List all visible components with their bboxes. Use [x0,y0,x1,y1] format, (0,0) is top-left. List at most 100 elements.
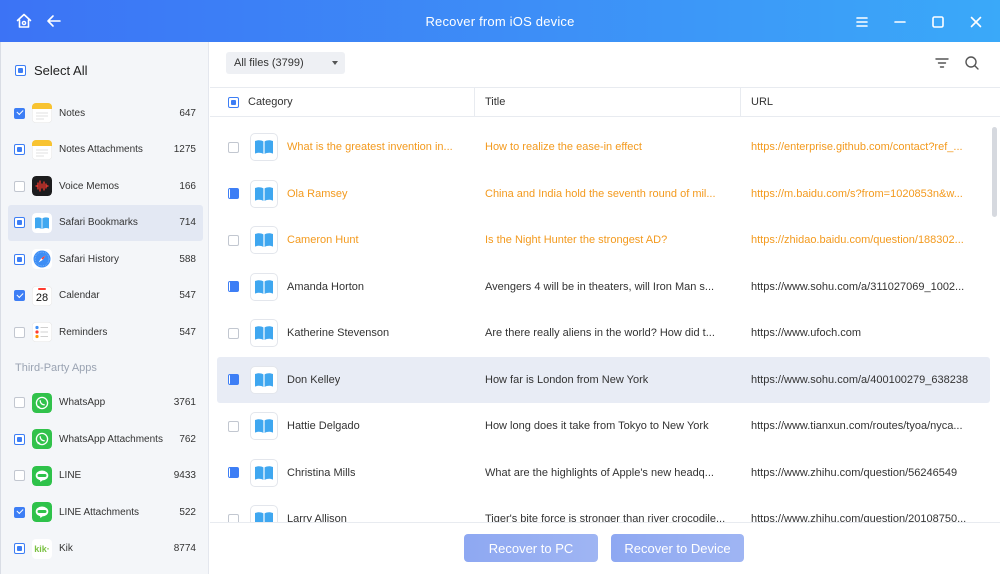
recover-to-device-button[interactable]: Recover to Device [611,534,744,562]
sidebar-item-checkbox[interactable] [14,217,25,229]
kik-icon: kik· [32,538,52,559]
bookmark-icon [250,179,278,208]
column-divider[interactable] [474,88,475,116]
table-row[interactable]: Larry Allison Tiger's bite force is stron… [217,496,990,522]
sidebar-item-count: 762 [179,433,196,445]
sidebar-item-notes-attachments[interactable]: Notes Attachments 1275 [8,132,203,169]
sidebar-item-checkbox[interactable] [14,180,25,192]
column-header-url[interactable]: URL [751,88,773,116]
sidebar-item-count: 714 [179,217,196,229]
row-url: https://www.sohu.com/a/400100279_638238 [751,373,969,386]
row-title: How long does it take from Tokyo to New … [485,420,709,432]
row-url: https://www.ufoch.com [751,327,862,339]
file-filter-value: All files (3799) [234,57,304,69]
table-row[interactable]: Ola Ramsey China and India hold the seven… [217,171,990,217]
search-icon[interactable] [964,55,980,74]
column-divider[interactable] [740,88,741,116]
sidebar-item-checkbox[interactable] [14,506,25,518]
sidebar-item-whatsapp[interactable]: WhatsApp 3761 [8,385,203,422]
select-all-label: Select All [34,63,88,78]
sidebar-item-checkbox[interactable] [14,326,25,338]
whatsapp-icon [32,392,52,413]
sidebar-item-notes[interactable]: Notes 647 [8,95,203,132]
sidebar-item-checkbox[interactable] [14,470,25,482]
maximize-icon[interactable] [928,12,948,32]
select-all-checkbox[interactable] [15,65,26,76]
header-select-checkbox[interactable] [228,96,239,108]
book-icon [32,212,52,233]
table-row[interactable]: Amanda Horton Avengers 4 will be in theat… [217,264,990,310]
table-row[interactable]: Hattie Delgado How long does it take from… [217,403,990,449]
calendar-day: 28 [35,291,49,304]
sidebar-item-label: Calendar [59,290,100,302]
bookmark-icon [250,319,278,347]
row-category: Cameron Hunt [287,234,359,246]
sidebar-item-line[interactable]: LINE 9433 [8,458,203,495]
sidebar-item-calendar[interactable]: 28 Calendar 547 [8,278,203,315]
sidebar-item-checkbox[interactable] [14,543,25,555]
vertical-scrollbar[interactable] [992,127,997,217]
sidebar-item-whatsapp-attachments[interactable]: WhatsApp Attachments 762 [8,421,203,458]
sidebar-item-checkbox[interactable] [14,433,25,445]
notes-icon [32,103,52,124]
line-icon [32,502,52,523]
sidebar-item-kik[interactable]: kik· Kik 8774 [8,531,203,568]
column-header-category[interactable]: Category [248,88,293,116]
sidebar-item-count: 3761 [173,397,196,409]
sidebar-item-checkbox[interactable] [14,397,25,409]
sidebar-list: Notes 647 Notes Attachments 1275 Voice Memos… [8,95,203,567]
bookmark-icon [250,458,278,487]
sidebar-item-checkbox[interactable] [14,253,25,265]
row-title: What are the highlights of Apple's new h… [485,466,714,479]
row-checkbox[interactable] [228,420,239,432]
row-category: Ola Ramsey [287,187,348,200]
sidebar-item-label: WhatsApp Attachments [59,433,163,445]
sidebar-item-label: Voice Memos [59,180,120,192]
table-row[interactable]: Don Kelley How far is London from New Yor… [217,356,990,403]
sidebar-item-label: Kik [59,543,73,555]
file-filter-dropdown[interactable]: All files (3799) [226,52,345,74]
row-checkbox[interactable] [228,188,239,199]
sidebar-item-checkbox[interactable] [14,107,25,119]
sidebar-item-reminders[interactable]: Reminders 547 [8,314,203,351]
caret-down-icon [332,61,338,65]
footer-bar: Recover to PC Recover to Device [210,522,1000,574]
row-title: Is the Night Hunter the strongest AD? [485,234,668,246]
bookmark-icon [250,365,278,394]
row-title: Are there really aliens in the world? Ho… [485,327,715,339]
sidebar-item-voice-memos[interactable]: Voice Memos 166 [8,168,203,205]
row-title: How far is London from New York [485,373,649,386]
table-row[interactable]: What is the greatest invention in... How … [217,124,990,170]
bookmark-icon [250,226,278,254]
sidebar-item-checkbox[interactable] [14,144,25,156]
sidebar-item-count: 647 [179,107,196,119]
row-checkbox[interactable] [228,281,239,292]
sidebar-item-line-attachments[interactable]: LINE Attachments 522 [8,494,203,531]
table-row[interactable]: Cameron Hunt Is the Night Hunter the stro… [217,217,990,263]
row-url: https://zhidao.baidu.com/question/188302… [751,234,964,246]
sidebar-item-safari-bookmarks[interactable]: Safari Bookmarks 714 [8,204,203,241]
reminders-icon [32,322,52,343]
row-checkbox[interactable] [228,141,239,153]
row-checkbox[interactable] [228,374,239,385]
compass-icon [32,249,52,270]
row-checkbox[interactable] [228,467,239,478]
close-icon[interactable] [966,12,986,32]
calendar-icon: 28 [32,285,52,306]
select-all[interactable]: Select All [15,63,87,78]
sidebar-item-label: LINE [59,470,82,482]
row-checkbox[interactable] [228,234,239,246]
menu-icon[interactable] [852,12,872,32]
table-row[interactable]: Katherine Stevenson Are there really alie… [217,310,990,356]
filter-icon[interactable] [934,55,950,74]
sidebar-item-safari-history[interactable]: Safari History 588 [8,241,203,278]
row-checkbox[interactable] [228,327,239,339]
recover-to-pc-button[interactable]: Recover to PC [464,534,598,562]
row-checkbox[interactable] [228,513,239,522]
sidebar-item-count: 166 [179,180,196,192]
table-row[interactable]: Christina Mills What are the highlights o… [217,450,990,496]
title-bar: Recover from iOS device [0,0,1000,42]
sidebar-item-checkbox[interactable] [14,290,25,302]
minimize-icon[interactable] [890,12,910,32]
column-header-title[interactable]: Title [485,88,505,116]
